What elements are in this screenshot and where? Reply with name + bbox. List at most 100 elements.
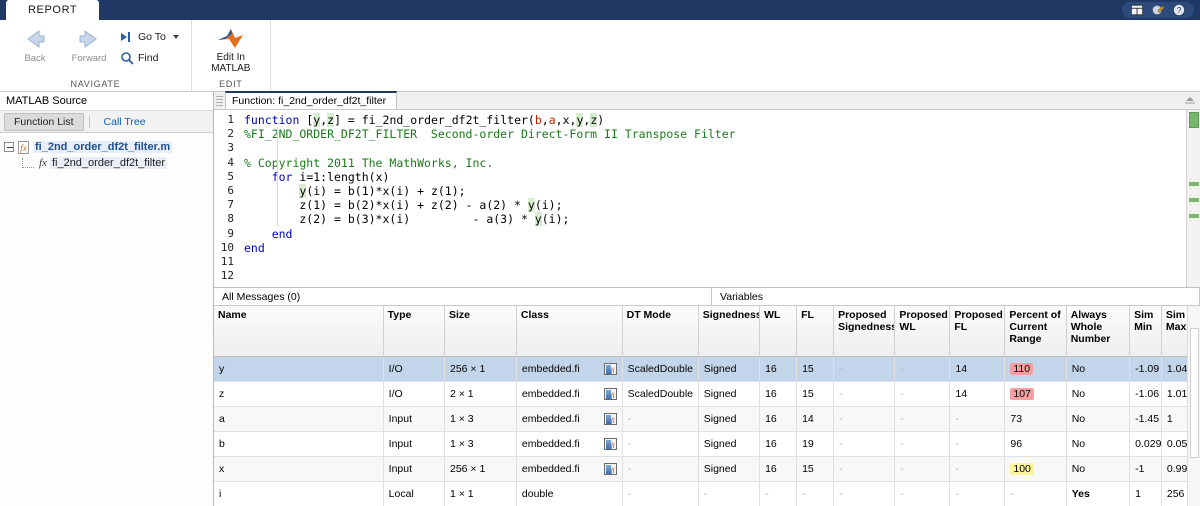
column-header-dt-mode[interactable]: DT Mode	[622, 306, 698, 356]
fi-icon[interactable]	[604, 413, 617, 425]
cell-wl: 16	[760, 356, 797, 381]
tab-report[interactable]: REPORT	[6, 0, 99, 20]
cell-proposed-fl: 14	[950, 381, 1005, 406]
cell-percent: 100	[1005, 456, 1066, 481]
edit-note-icon[interactable]	[1151, 3, 1165, 17]
cell-sim-min: -1.09	[1130, 356, 1162, 381]
fi-icon[interactable]	[604, 438, 617, 450]
table-row[interactable]: aInput1 × 3embedded.fi-Signed1614---73No…	[214, 406, 1200, 431]
tab-variables[interactable]: Variables	[712, 288, 1200, 305]
source-code[interactable]: function [y,z] = fi_2nd_order_df2t_filte…	[238, 110, 1186, 287]
line-number: 7	[214, 198, 234, 212]
cell-size: 256 × 1	[445, 456, 517, 481]
panel-title-matlab-source: MATLAB Source	[0, 92, 213, 111]
editor-tab-function[interactable]: Function: fi_2nd_order_df2t_filter	[225, 91, 397, 109]
line-number: 6	[214, 184, 234, 198]
find-button[interactable]: Find	[116, 49, 183, 67]
column-header-type[interactable]: Type	[383, 306, 444, 356]
table-scrollbar-thumb[interactable]	[1190, 328, 1199, 458]
drag-handle-icon[interactable]	[216, 94, 223, 108]
go-to-button[interactable]: Go To	[116, 28, 183, 46]
table-row[interactable]: yI/O256 × 1embedded.fiScaledDoubleSigned…	[214, 356, 1200, 381]
code-scrollbar[interactable]	[1186, 110, 1200, 287]
status-badge: 100	[1010, 463, 1034, 475]
editor-tab-strip: Function: fi_2nd_order_df2t_filter	[214, 92, 1200, 110]
column-header-class[interactable]: Class	[516, 306, 622, 356]
table-scrollbar[interactable]	[1187, 306, 1200, 506]
column-header-percent-of-current-range[interactable]: Percent of Current Range	[1005, 306, 1066, 356]
cell-name: y	[214, 356, 383, 381]
tree-function-label: fi_2nd_order_df2t_filter	[50, 157, 167, 169]
cell-signedness: Signed	[698, 406, 759, 431]
tree-node-function[interactable]: fx fi_2nd_order_df2t_filter	[4, 155, 213, 171]
column-header-size[interactable]: Size	[445, 306, 517, 356]
line-number: 3	[214, 141, 234, 155]
code-line: % Copyright 2011 The MathWorks, Inc.	[244, 156, 1186, 170]
column-header-proposed-fl[interactable]: Proposed FL	[950, 306, 1005, 356]
column-header-fl[interactable]: FL	[797, 306, 834, 356]
cell-dt-mode: -	[622, 456, 698, 481]
back-button[interactable]: Back	[8, 24, 62, 64]
code-scrollbar-thumb[interactable]	[1189, 112, 1199, 128]
edit-in-matlab-button[interactable]: Edit In MATLAB	[200, 24, 262, 74]
line-number: 11	[214, 255, 234, 269]
line-number: 8	[214, 212, 234, 226]
cell-name: b	[214, 431, 383, 456]
table-row[interactable]: bInput1 × 3embedded.fi-Signed1619---96No…	[214, 431, 1200, 456]
column-header-proposed-signedness[interactable]: Proposed Signedness	[834, 306, 895, 356]
cell-size: 256 × 1	[445, 356, 517, 381]
collapse-panel-icon[interactable]	[1184, 93, 1196, 105]
main-content: MATLAB Source Function List Call Tree fx…	[0, 92, 1200, 506]
tab-call-tree[interactable]: Call Tree	[95, 114, 155, 130]
cell-class: double	[516, 481, 622, 506]
cell-percent: 96	[1005, 431, 1066, 456]
tree-node-file[interactable]: fx fi_2nd_order_df2t_filter.m	[4, 139, 213, 155]
cell-sim-min: -1.45	[1130, 406, 1162, 431]
cell-signedness: Signed	[698, 356, 759, 381]
ribbon-group-navigate-title: NAVIGATE	[0, 77, 191, 89]
column-header-sim-min[interactable]: Sim Min	[1130, 306, 1162, 356]
cell-proposed-signedness: -	[834, 381, 895, 406]
cell-name: a	[214, 406, 383, 431]
cell-type: Input	[383, 456, 444, 481]
chevron-down-icon[interactable]	[173, 35, 179, 39]
cell-proposed-wl: -	[895, 406, 950, 431]
fi-icon[interactable]	[604, 463, 617, 475]
cell-proposed-signedness: -	[834, 431, 895, 456]
svg-text:fx: fx	[20, 143, 27, 153]
cell-proposed-fl: -	[950, 456, 1005, 481]
collapse-expander-icon[interactable]	[4, 142, 14, 152]
column-header-proposed-wl[interactable]: Proposed WL	[895, 306, 950, 356]
fi-icon[interactable]	[604, 363, 617, 375]
cell-wl: 16	[760, 381, 797, 406]
tab-function-list[interactable]: Function List	[4, 113, 84, 131]
line-number: 2	[214, 127, 234, 141]
back-arrow-icon	[20, 26, 50, 52]
report-body: Function: fi_2nd_order_df2t_filter 12345…	[214, 92, 1200, 506]
cell-signedness: -	[698, 481, 759, 506]
cell-always-whole: Yes	[1066, 481, 1129, 506]
cell-always-whole: No	[1066, 356, 1129, 381]
cell-wl: 16	[760, 431, 797, 456]
layout-icon[interactable]	[1130, 3, 1144, 17]
cell-sim-min: 0.029	[1130, 431, 1162, 456]
cell-fl: 19	[797, 431, 834, 456]
cell-fl: 15	[797, 456, 834, 481]
column-header-wl[interactable]: WL	[760, 306, 797, 356]
table-row[interactable]: iLocal1 × 1double--------Yes1256	[214, 481, 1200, 506]
fi-icon[interactable]	[604, 388, 617, 400]
cell-percent: 73	[1005, 406, 1066, 431]
cell-class: embedded.fi	[516, 431, 622, 456]
column-header-signedness[interactable]: Signedness	[698, 306, 759, 356]
cell-proposed-fl: -	[950, 431, 1005, 456]
ribbon-group-edit-title: EDIT	[192, 77, 270, 89]
cell-dt-mode: ScaledDouble	[622, 381, 698, 406]
help-icon[interactable]: ?	[1172, 3, 1186, 17]
forward-button[interactable]: Forward	[62, 24, 116, 64]
class-name: embedded.fi	[522, 413, 580, 425]
table-row[interactable]: xInput256 × 1embedded.fi-Signed1615---10…	[214, 456, 1200, 481]
column-header-name[interactable]: Name	[214, 306, 383, 356]
column-header-always-whole-number[interactable]: Always Whole Number	[1066, 306, 1129, 356]
table-row[interactable]: zI/O2 × 1embedded.fiScaledDoubleSigned16…	[214, 381, 1200, 406]
tab-all-messages[interactable]: All Messages (0)	[214, 288, 712, 305]
